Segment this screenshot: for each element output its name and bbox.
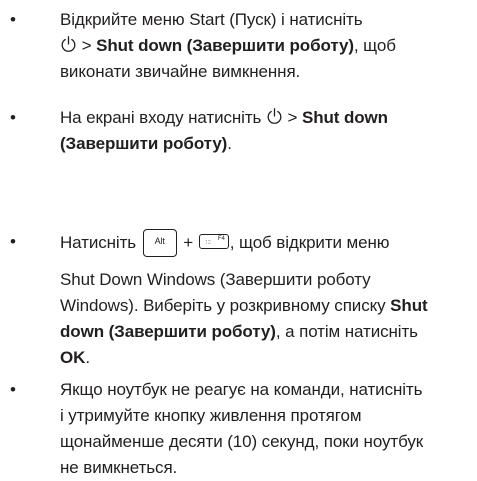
alt-key-icon: Alt — [142, 229, 177, 257]
text-line: Shut Down Windows (Завершити роботу — [60, 270, 371, 289]
instructions-page: • Відкрийте меню Start (Пуск) і натисніт… — [0, 0, 477, 481]
bullet: • — [10, 108, 16, 127]
bullet: • — [10, 10, 16, 29]
text-line: , а потім натисніть — [275, 322, 418, 341]
bullet: • — [10, 232, 16, 251]
power-icon — [60, 36, 77, 53]
f4-key-icon: ∷ : F4 — [198, 234, 229, 249]
text-line: , щоб відкрити меню — [229, 233, 390, 252]
plus-sign: + — [178, 233, 198, 252]
text-line: . — [227, 134, 232, 153]
shut-down-label: (Завершити роботу) — [60, 134, 228, 153]
ok-label: OK — [60, 348, 86, 367]
f4-key-label: F4 — [217, 236, 225, 242]
key-glyph: ∷ : — [205, 240, 211, 246]
power-icon — [266, 108, 283, 125]
shut-down-label: Shut down — [301, 108, 388, 127]
text-line: . — [85, 348, 90, 367]
shut-down-label: down (Завершити роботу) — [60, 322, 276, 341]
text-line: не вимкнеться. — [60, 458, 178, 477]
bullet: • — [10, 380, 16, 399]
text-line: , щоб — [353, 36, 396, 55]
shut-down-label: Shut — [390, 296, 428, 315]
separator: > — [77, 36, 97, 55]
text-line: Windows). Виберіть у розкривному списку — [60, 296, 391, 315]
text-line: щонайменше десяти (10) секунд, поки ноут… — [60, 432, 424, 451]
text-line: На екрані входу натисніть — [60, 108, 266, 127]
text-line: Натисніть — [60, 233, 141, 252]
text-line: виконати звичайне вимкнення. — [60, 62, 301, 81]
shut-down-label: Shut down (Завершити роботу) — [96, 36, 354, 55]
separator: > — [282, 108, 302, 127]
text-line: Відкрийте меню Start (Пуск) і натисніть — [60, 10, 363, 29]
alt-key-label: Alt — [154, 236, 165, 246]
text-line: Якщо ноутбук не реагує на команди, натис… — [60, 380, 423, 399]
text-line: і утримуйте кнопку живлення протягом — [60, 406, 362, 425]
